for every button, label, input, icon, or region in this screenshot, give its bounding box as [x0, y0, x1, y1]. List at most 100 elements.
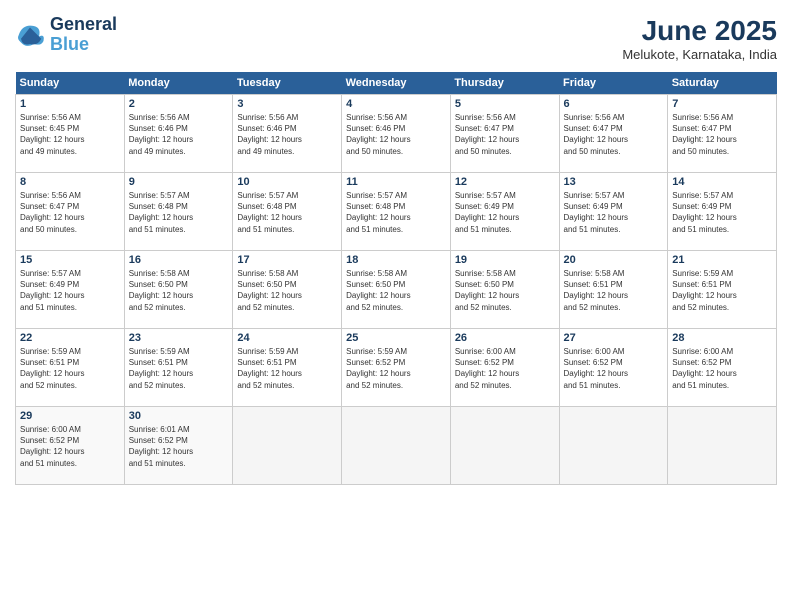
- day-number: 20: [564, 254, 664, 266]
- table-row: 15Sunrise: 5:57 AMSunset: 6:49 PMDayligh…: [16, 251, 125, 329]
- table-row: 21 Sunrise: 5:59 AMSunset: 6:51 PMDayligh…: [668, 251, 777, 329]
- day-number: 30: [129, 410, 229, 422]
- day-info: Sunrise: 5:59 AMSunset: 6:51 PMDaylight:…: [20, 346, 120, 391]
- day-number: 13: [564, 176, 664, 188]
- day-info: Sunrise: 5:56 AMSunset: 6:47 PMDaylight:…: [672, 112, 772, 157]
- day-number: 10: [237, 176, 337, 188]
- day-info: Sunrise: 5:59 AMSunset: 6:51 PMDaylight:…: [672, 268, 772, 313]
- calendar-week-5: 29 Sunrise: 6:00 AMSunset: 6:52 PMDayligh…: [16, 407, 777, 485]
- col-tuesday: Tuesday: [233, 72, 342, 95]
- table-row: 30 Sunrise: 6:01 AMSunset: 6:52 PMDayligh…: [124, 407, 233, 485]
- logo-icon: [15, 20, 45, 50]
- day-number: 29: [20, 410, 120, 422]
- day-number: 21: [672, 254, 772, 266]
- day-info: Sunrise: 5:56 AMSunset: 6:46 PMDaylight:…: [346, 112, 446, 157]
- day-number: 12: [455, 176, 555, 188]
- day-info: Sunrise: 6:00 AMSunset: 6:52 PMDaylight:…: [455, 346, 555, 391]
- table-row: 17Sunrise: 5:58 AMSunset: 6:50 PMDayligh…: [233, 251, 342, 329]
- table-row: [559, 407, 668, 485]
- day-number: 16: [129, 254, 229, 266]
- day-info: Sunrise: 5:57 AMSunset: 6:48 PMDaylight:…: [237, 190, 337, 235]
- day-number: 18: [346, 254, 446, 266]
- table-row: 8Sunrise: 5:56 AMSunset: 6:47 PMDaylight…: [16, 173, 125, 251]
- table-row: [233, 407, 342, 485]
- table-row: 6 Sunrise: 5:56 AMSunset: 6:47 PMDaylight…: [559, 95, 668, 173]
- col-thursday: Thursday: [450, 72, 559, 95]
- day-info: Sunrise: 5:58 AMSunset: 6:51 PMDaylight:…: [564, 268, 664, 313]
- day-info: Sunrise: 5:57 AMSunset: 6:49 PMDaylight:…: [672, 190, 772, 235]
- day-number: 7: [672, 98, 772, 110]
- table-row: 22 Sunrise: 5:59 AMSunset: 6:51 PMDayligh…: [16, 329, 125, 407]
- table-row: 26 Sunrise: 6:00 AMSunset: 6:52 PMDayligh…: [450, 329, 559, 407]
- day-number: 15: [20, 254, 120, 266]
- table-row: 24 Sunrise: 5:59 AMSunset: 6:51 PMDayligh…: [233, 329, 342, 407]
- day-number: 6: [564, 98, 664, 110]
- table-row: 7 Sunrise: 5:56 AMSunset: 6:47 PMDaylight…: [668, 95, 777, 173]
- day-info: Sunrise: 6:00 AMSunset: 6:52 PMDaylight:…: [20, 424, 120, 469]
- day-number: 28: [672, 332, 772, 344]
- location: Melukote, Karnataka, India: [622, 47, 777, 62]
- day-info: Sunrise: 6:00 AMSunset: 6:52 PMDaylight:…: [672, 346, 772, 391]
- day-info: Sunrise: 5:58 AMSunset: 6:50 PMDaylight:…: [129, 268, 229, 313]
- day-number: 1: [20, 98, 120, 110]
- col-sunday: Sunday: [16, 72, 125, 95]
- table-row: 4 Sunrise: 5:56 AMSunset: 6:46 PMDaylight…: [342, 95, 451, 173]
- table-row: 2 Sunrise: 5:56 AMSunset: 6:46 PMDaylight…: [124, 95, 233, 173]
- day-info: Sunrise: 5:57 AMSunset: 6:48 PMDaylight:…: [346, 190, 446, 235]
- day-number: 24: [237, 332, 337, 344]
- day-number: 23: [129, 332, 229, 344]
- table-row: [342, 407, 451, 485]
- day-info: Sunrise: 6:00 AMSunset: 6:52 PMDaylight:…: [564, 346, 664, 391]
- day-info: Sunrise: 5:58 AMSunset: 6:50 PMDaylight:…: [346, 268, 446, 313]
- day-number: 27: [564, 332, 664, 344]
- table-row: 10 Sunrise: 5:57 AMSunset: 6:48 PMDayligh…: [233, 173, 342, 251]
- col-monday: Monday: [124, 72, 233, 95]
- col-wednesday: Wednesday: [342, 72, 451, 95]
- calendar: Sunday Monday Tuesday Wednesday Thursday…: [15, 72, 777, 485]
- calendar-week-4: 22 Sunrise: 5:59 AMSunset: 6:51 PMDayligh…: [16, 329, 777, 407]
- day-number: 26: [455, 332, 555, 344]
- day-number: 22: [20, 332, 120, 344]
- day-number: 2: [129, 98, 229, 110]
- logo-text: General Blue: [50, 15, 117, 55]
- page: General Blue June 2025 Melukote, Karnata…: [0, 0, 792, 612]
- day-info: Sunrise: 5:56 AMSunset: 6:47 PMDaylight:…: [564, 112, 664, 157]
- table-row: 28 Sunrise: 6:00 AMSunset: 6:52 PMDayligh…: [668, 329, 777, 407]
- table-row: 1 Sunrise: 5:56 AMSunset: 6:45 PMDaylight…: [16, 95, 125, 173]
- table-row: 12Sunrise: 5:57 AMSunset: 6:49 PMDayligh…: [450, 173, 559, 251]
- day-number: 3: [237, 98, 337, 110]
- day-number: 8: [20, 176, 120, 188]
- table-row: 27 Sunrise: 6:00 AMSunset: 6:52 PMDayligh…: [559, 329, 668, 407]
- day-info: Sunrise: 5:58 AMSunset: 6:50 PMDaylight:…: [455, 268, 555, 313]
- table-row: 25Sunrise: 5:59 AMSunset: 6:52 PMDayligh…: [342, 329, 451, 407]
- day-info: Sunrise: 5:59 AMSunset: 6:51 PMDaylight:…: [237, 346, 337, 391]
- day-number: 19: [455, 254, 555, 266]
- table-row: [668, 407, 777, 485]
- table-row: 5Sunrise: 5:56 AMSunset: 6:47 PMDaylight…: [450, 95, 559, 173]
- calendar-header-row: Sunday Monday Tuesday Wednesday Thursday…: [16, 72, 777, 95]
- table-row: 3Sunrise: 5:56 AMSunset: 6:46 PMDaylight…: [233, 95, 342, 173]
- col-friday: Friday: [559, 72, 668, 95]
- table-row: 20 Sunrise: 5:58 AMSunset: 6:51 PMDayligh…: [559, 251, 668, 329]
- month-title: June 2025: [622, 15, 777, 47]
- table-row: 19 Sunrise: 5:58 AMSunset: 6:50 PMDayligh…: [450, 251, 559, 329]
- table-row: 16 Sunrise: 5:58 AMSunset: 6:50 PMDayligh…: [124, 251, 233, 329]
- day-number: 4: [346, 98, 446, 110]
- table-row: 23Sunrise: 5:59 AMSunset: 6:51 PMDayligh…: [124, 329, 233, 407]
- day-number: 17: [237, 254, 337, 266]
- day-info: Sunrise: 5:56 AMSunset: 6:45 PMDaylight:…: [20, 112, 120, 157]
- logo: General Blue: [15, 15, 117, 55]
- day-info: Sunrise: 5:56 AMSunset: 6:46 PMDaylight:…: [129, 112, 229, 157]
- calendar-week-3: 15Sunrise: 5:57 AMSunset: 6:49 PMDayligh…: [16, 251, 777, 329]
- day-info: Sunrise: 5:57 AMSunset: 6:48 PMDaylight:…: [129, 190, 229, 235]
- table-row: [450, 407, 559, 485]
- title-block: June 2025 Melukote, Karnataka, India: [622, 15, 777, 62]
- day-info: Sunrise: 6:01 AMSunset: 6:52 PMDaylight:…: [129, 424, 229, 469]
- table-row: 14Sunrise: 5:57 AMSunset: 6:49 PMDayligh…: [668, 173, 777, 251]
- calendar-week-1: 1 Sunrise: 5:56 AMSunset: 6:45 PMDaylight…: [16, 95, 777, 173]
- table-row: 29 Sunrise: 6:00 AMSunset: 6:52 PMDayligh…: [16, 407, 125, 485]
- header: General Blue June 2025 Melukote, Karnata…: [15, 15, 777, 62]
- day-number: 5: [455, 98, 555, 110]
- table-row: 13Sunrise: 5:57 AMSunset: 6:49 PMDayligh…: [559, 173, 668, 251]
- day-number: 11: [346, 176, 446, 188]
